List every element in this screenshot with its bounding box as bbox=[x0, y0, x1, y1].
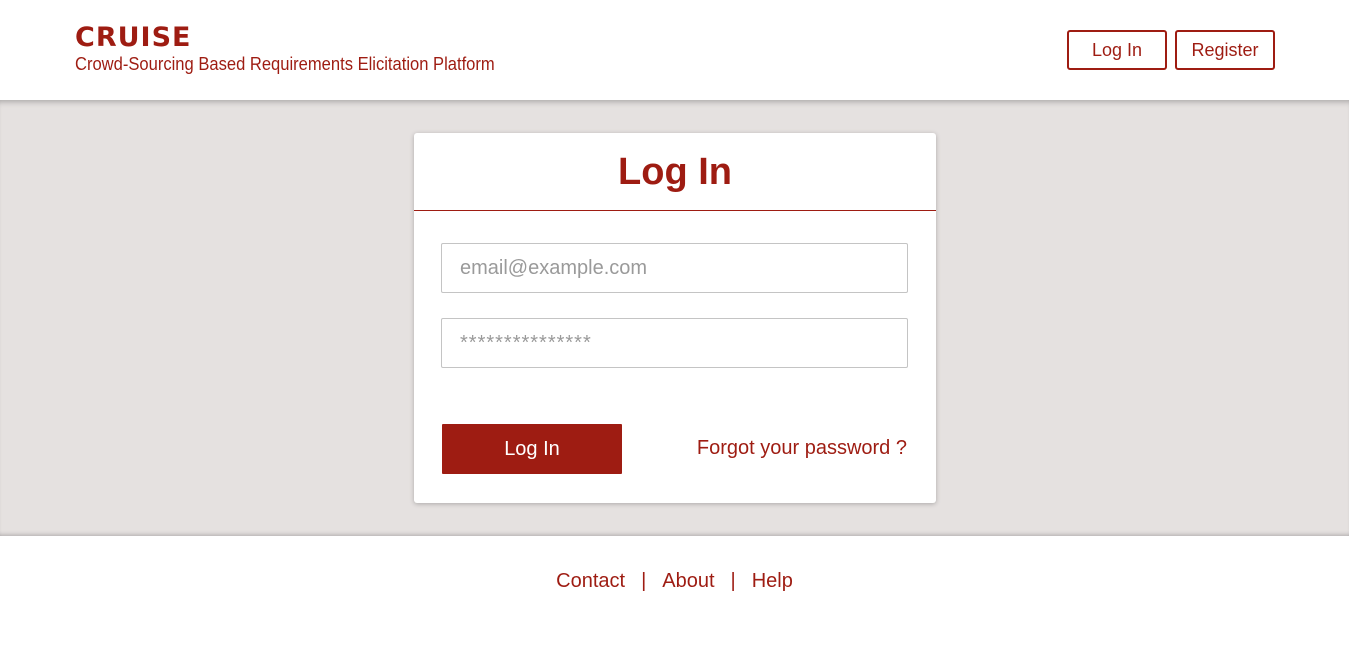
footer-separator: | bbox=[641, 570, 647, 592]
brand-subtitle: Crowd-Sourcing Based Requirements Elicit… bbox=[75, 54, 495, 74]
footer-link-about[interactable]: About bbox=[662, 570, 714, 592]
password-input[interactable] bbox=[441, 318, 908, 368]
login-card-title: Log In bbox=[414, 133, 936, 211]
site-header: CRUISE Crowd-Sourcing Based Requirements… bbox=[0, 0, 1349, 100]
brand-logo-text[interactable]: CRUISE bbox=[75, 22, 191, 54]
footer-link-contact[interactable]: Contact bbox=[556, 570, 625, 592]
forgot-password-link[interactable]: Forgot your password ? bbox=[697, 436, 907, 460]
site-footer: Contact | About | Help bbox=[0, 536, 1349, 657]
header-register-button[interactable]: Register bbox=[1175, 30, 1275, 70]
login-submit-button[interactable]: Log In bbox=[442, 424, 622, 474]
footer-separator: | bbox=[730, 570, 736, 592]
main-content: Log In Log In Forgot your password ? bbox=[0, 100, 1349, 536]
footer-link-help[interactable]: Help bbox=[752, 570, 793, 592]
footer-links: Contact | About | Help bbox=[0, 569, 1349, 593]
header-login-button[interactable]: Log In bbox=[1067, 30, 1167, 70]
login-card: Log In Log In Forgot your password ? bbox=[414, 133, 936, 503]
email-input[interactable] bbox=[441, 243, 908, 293]
